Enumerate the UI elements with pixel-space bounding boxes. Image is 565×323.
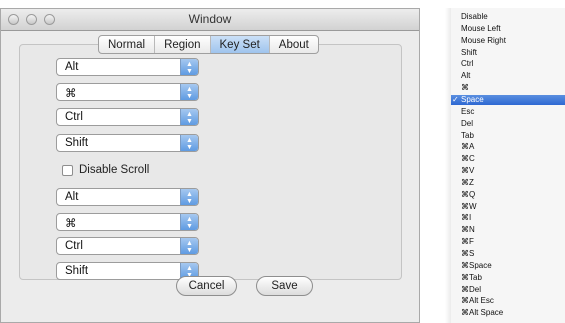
menu-item-label: ⌘V <box>461 166 475 176</box>
menu-item-label: ⌘Space <box>461 260 492 270</box>
menu-item-label: Mouse Right <box>461 35 506 45</box>
menu-item-23[interactable]: ⌘Del <box>451 285 565 295</box>
menu-item-14[interactable]: ⌘Z <box>451 178 565 188</box>
menu-item-3[interactable]: Shift <box>451 48 565 58</box>
menu-item-label: Disable <box>461 12 488 21</box>
menu-item-13[interactable]: ⌘V <box>451 166 565 176</box>
menu-item-11[interactable]: ⌘A <box>451 142 565 152</box>
menu-item-12[interactable]: ⌘C <box>451 154 565 164</box>
tab-about[interactable]: About <box>268 36 318 53</box>
key-popup-6-value: ⌘ <box>65 218 77 230</box>
checkmark-icon: ✓ <box>452 94 459 104</box>
key-popup-4[interactable]: Shift ▲ ▼ <box>56 134 199 152</box>
menu-item-0[interactable]: Disable <box>451 12 565 22</box>
disable-scroll-row[interactable]: Disable Scroll <box>62 164 149 176</box>
disable-scroll-checkbox[interactable] <box>62 164 73 176</box>
key-popup-5-value: Alt <box>65 191 79 203</box>
menu-item-label: ⌘W <box>461 201 477 211</box>
menu-item-label: ⌘Alt Space <box>461 308 504 318</box>
menu-item-16[interactable]: ⌘W <box>451 202 565 212</box>
popup-arrows-icon: ▲▼ <box>180 238 198 254</box>
menu-item-label: Mouse Left <box>461 23 501 33</box>
window-title: Window <box>188 12 232 26</box>
menu-item-label: ⌘I <box>461 213 472 223</box>
menu-item-19[interactable]: ⌘F <box>451 237 565 247</box>
menu-item-21[interactable]: ⌘Space <box>451 261 565 271</box>
title-bar[interactable]: Window <box>1 9 419 31</box>
menu-item-label: ⌘A <box>461 142 475 152</box>
popup-arrows-icon: ▲▼ <box>180 109 198 125</box>
disable-scroll-label: Disable Scroll <box>79 164 150 176</box>
menu-item-label: ⌘S <box>461 249 475 258</box>
popup-arrows-icon: ▲▼ <box>180 189 198 205</box>
menu-item-label: ⌘Z <box>461 177 474 187</box>
save-button[interactable]: Save <box>256 276 313 296</box>
tab-region[interactable]: Region <box>154 36 209 53</box>
menu-item-label: Shift <box>461 47 478 57</box>
menu-item-1[interactable]: Mouse Left <box>451 24 565 34</box>
key-popup-2[interactable]: ⌘ ▲ ▼ <box>56 83 199 101</box>
menu-item-label: ⌘Tab <box>461 272 482 282</box>
menu-item-label: Esc <box>461 106 475 116</box>
menu-item-label: Del <box>461 118 474 128</box>
key-popup-4-value: Shift <box>65 137 89 149</box>
menu-item-label: ⌘Q <box>461 189 476 199</box>
menu-item-9[interactable]: Del <box>451 119 565 129</box>
tab-bar: Normal Region Key Set About <box>98 35 319 54</box>
menu-item-25[interactable]: ⌘Alt Space <box>451 308 565 318</box>
key-popup-1[interactable]: Alt ▲ ▼ <box>56 58 199 76</box>
key-popup-2-value: ⌘ <box>65 88 77 100</box>
key-popup-3-value: Ctrl <box>65 111 83 123</box>
cancel-button[interactable]: Cancel <box>176 276 237 296</box>
menu-item-18[interactable]: ⌘N <box>451 225 565 235</box>
menu-item-15[interactable]: ⌘Q <box>451 190 565 200</box>
menu-item-7[interactable]: ✓ Space <box>451 94 565 105</box>
popup-arrows-icon: ▲▼ <box>180 135 198 151</box>
menu-item-4[interactable]: Ctrl <box>451 59 565 69</box>
key-options-menu: Disable Mouse Left Mouse Right Shift Ctrl Alt… <box>451 8 565 323</box>
menu-item-2[interactable]: Mouse Right <box>451 36 565 46</box>
menu-item-label: ⌘Alt Esc <box>461 296 494 306</box>
menu-item-5[interactable]: Alt <box>451 71 565 81</box>
menu-item-17[interactable]: ⌘I <box>451 213 565 223</box>
menu-item-label: Space <box>461 94 484 104</box>
key-popup-1-value: Alt <box>65 61 79 73</box>
key-popup-5[interactable]: Alt ▲ ▼ <box>56 188 199 206</box>
tab-normal[interactable]: Normal <box>99 36 154 53</box>
menu-item-24[interactable]: ⌘Alt Esc <box>451 296 565 306</box>
menu-item-label: ⌘Del <box>461 284 482 294</box>
key-popup-3[interactable]: Ctrl ▲ ▼ <box>56 108 199 126</box>
menu-item-label: Tab <box>461 130 474 140</box>
menu-item-8[interactable]: Esc <box>451 107 565 117</box>
menu-item-20[interactable]: ⌘S <box>451 249 565 259</box>
menu-item-label: ⌘N <box>461 225 475 235</box>
menu-item-label: ⌘F <box>461 237 474 247</box>
menu-item-6[interactable]: ⌘ <box>451 83 565 93</box>
menu-item-label: Alt <box>461 71 471 81</box>
key-popup-8-value: Shift <box>65 265 89 277</box>
key-popup-7-value: Ctrl <box>65 240 83 252</box>
menu-item-label: Ctrl <box>461 59 474 69</box>
menu-item-10[interactable]: Tab <box>451 131 565 141</box>
popup-arrows-icon: ▲▼ <box>180 59 198 75</box>
tab-key-set[interactable]: Key Set <box>209 36 269 53</box>
menu-item-label: ⌘C <box>461 154 475 164</box>
popup-arrows-icon: ▲▼ <box>180 84 198 100</box>
menu-item-22[interactable]: ⌘Tab <box>451 273 565 283</box>
popup-arrows-icon: ▲▼ <box>180 214 198 230</box>
key-popup-8[interactable]: Shift ▲▼ <box>56 262 199 280</box>
key-popup-6[interactable]: ⌘ ▲ ▼ <box>56 213 199 231</box>
key-popup-7[interactable]: Ctrl ▲ ▼ <box>56 237 199 255</box>
menu-item-label: ⌘ <box>461 83 469 93</box>
